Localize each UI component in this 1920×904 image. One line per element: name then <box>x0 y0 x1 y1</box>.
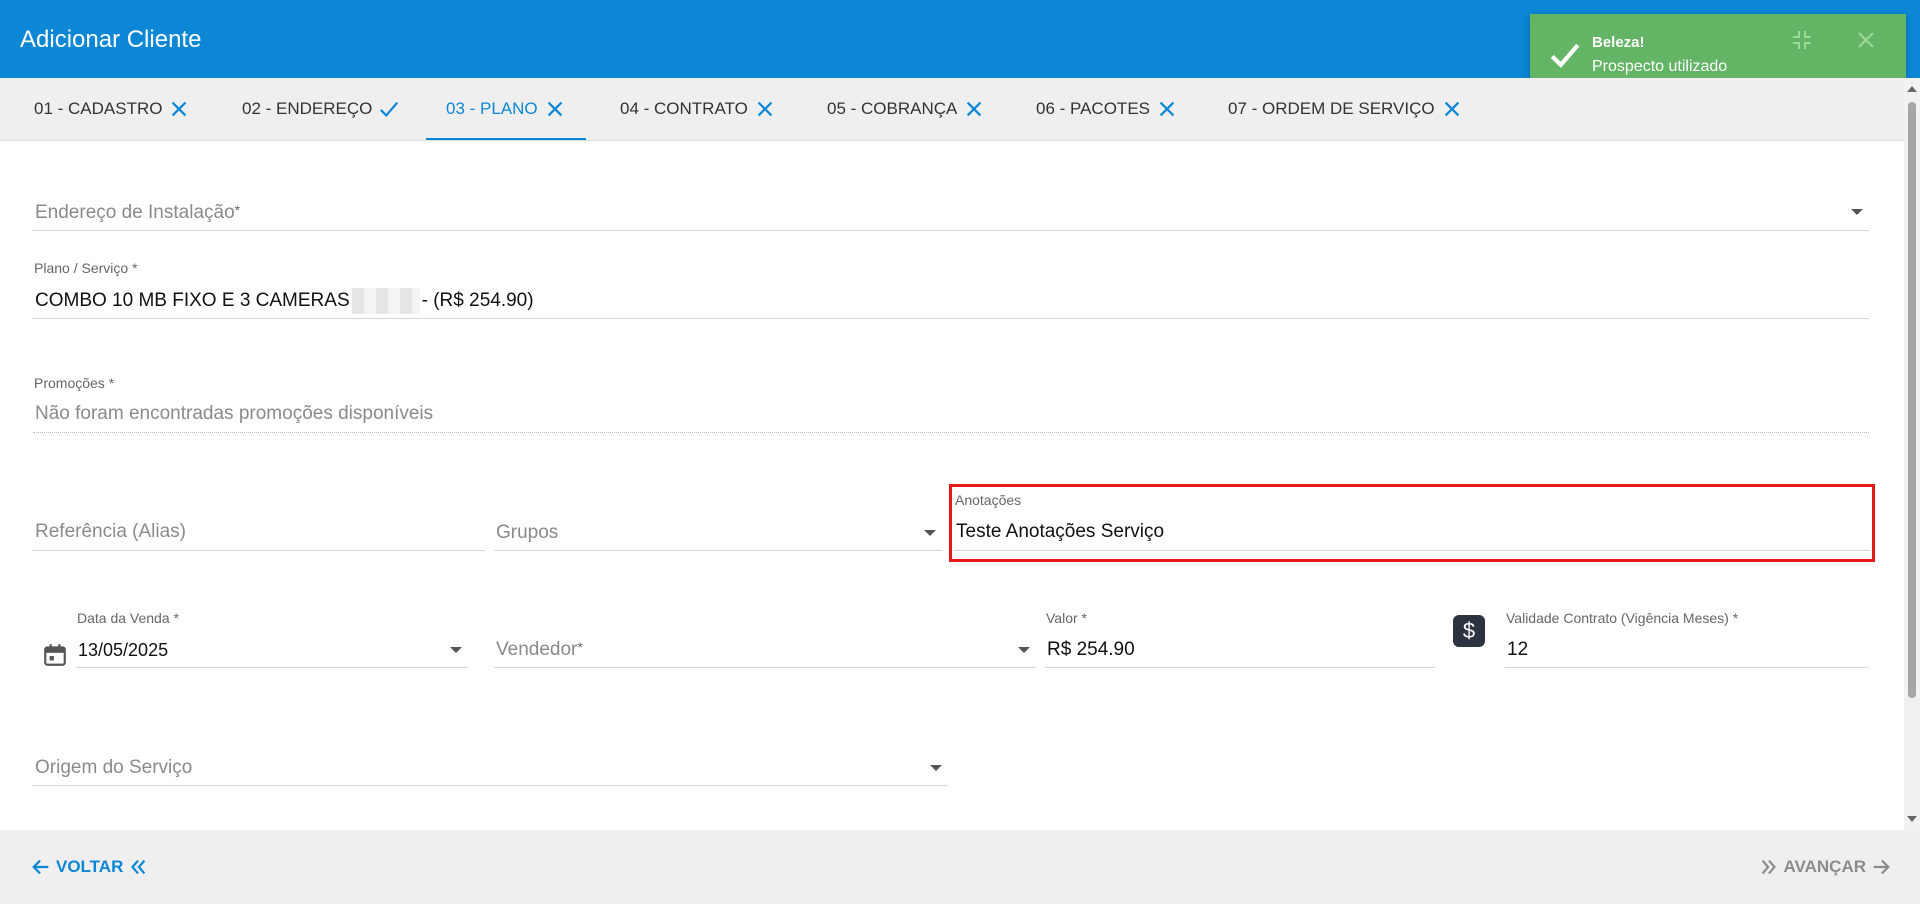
tab-endereco[interactable]: 02 - ENDEREÇO <box>242 78 400 140</box>
endereco-instalacao-select[interactable]: Endereço de Instalação* <box>33 190 1869 231</box>
plano-price: - (R$ 254.90) <box>421 290 534 312</box>
tab-cadastro[interactable]: 01 - CADASTRO <box>34 78 190 140</box>
plano-value: COMBO 10 MB FIXO E 3 CAMERAS <box>35 290 350 312</box>
dollar-icon: $ <box>1453 615 1485 647</box>
chevron-down-icon <box>1851 209 1863 215</box>
field-label: Endereço de Instalação <box>35 202 235 223</box>
x-icon <box>547 101 562 117</box>
scroll-up-icon[interactable] <box>1907 86 1917 92</box>
tab-pacotes[interactable]: 06 - PACOTES <box>1036 78 1178 140</box>
x-icon <box>757 101 773 117</box>
vendedor-select[interactable]: Vendedor* <box>494 627 1036 668</box>
grupos-select[interactable]: Grupos <box>494 510 942 551</box>
wizard-footer: VOLTAR AVANÇAR <box>0 830 1920 904</box>
data-venda-field[interactable]: Data da Venda * 13/05/2025 <box>76 607 468 668</box>
arrow-left-icon <box>32 859 49 875</box>
field-label: Validade Contrato (Vigência Meses) <box>1506 610 1729 626</box>
referencia-input[interactable]: Referência (Alias) <box>33 510 485 551</box>
tab-label: 03 - PLANO <box>446 99 538 118</box>
valor-field[interactable]: Valor * R$ 254.90 <box>1045 607 1435 668</box>
toast-title: Beleza! <box>1592 34 1645 51</box>
x-icon <box>1159 101 1175 117</box>
tab-label: 01 - CADASTRO <box>34 99 163 118</box>
scrollbar[interactable] <box>1904 78 1920 830</box>
x-icon <box>1444 101 1459 117</box>
tab-cobranca[interactable]: 05 - COBRANÇA <box>827 78 985 140</box>
toast-message: Prospecto utilizado <box>1592 58 1728 75</box>
tab-plano[interactable]: 03 - PLANO <box>426 78 586 140</box>
field-label: Promoções <box>34 375 105 391</box>
field-label: Vendedor <box>496 639 578 660</box>
next-label: AVANÇAR <box>1783 857 1866 876</box>
data-venda-value: 13/05/2025 <box>78 640 169 660</box>
collapse-icon[interactable] <box>1790 28 1814 52</box>
field-label: Grupos <box>496 522 559 543</box>
valor-value: R$ 254.90 <box>1047 639 1135 660</box>
check-icon <box>380 101 399 118</box>
field-label: Referência (Alias) <box>35 521 186 542</box>
check-icon <box>1550 43 1580 69</box>
tab-label: 05 - COBRANÇA <box>827 99 958 118</box>
close-icon[interactable] <box>1854 28 1878 52</box>
validade-value: 12 <box>1507 639 1529 660</box>
tab-contrato[interactable]: 04 - CONTRATO <box>620 78 776 140</box>
next-button[interactable]: AVANÇAR <box>1758 830 1892 904</box>
plano-servico-field[interactable]: Plano / Serviço * COMBO 10 MB FIXO E 3 C… <box>33 258 1869 319</box>
double-chevron-left-icon <box>131 859 146 875</box>
page-title: Adicionar Cliente <box>20 26 202 53</box>
promocoes-value: Não foram encontradas promoções disponív… <box>35 403 434 424</box>
chevron-down-icon <box>924 530 936 536</box>
calendar-icon[interactable] <box>42 641 68 669</box>
tab-ordem-servico[interactable]: 07 - ORDEM DE SERVIÇO <box>1228 78 1463 140</box>
field-label: Plano / Serviço <box>34 260 129 276</box>
tab-label: 02 - ENDEREÇO <box>242 99 373 118</box>
promocoes-field: Promoções * Não foram encontradas promoç… <box>33 373 1869 433</box>
highlight-box <box>949 484 1875 562</box>
field-label: Data da Venda <box>77 610 170 626</box>
chevron-down-icon <box>930 765 942 771</box>
redacted-text <box>351 288 420 314</box>
origem-servico-select[interactable]: Origem do Serviço <box>33 745 948 786</box>
tab-label: 07 - ORDEM DE SERVIÇO <box>1228 99 1435 118</box>
tab-label: 04 - CONTRATO <box>620 99 748 118</box>
field-label: Valor <box>1046 610 1078 626</box>
double-chevron-right-icon <box>1761 859 1776 875</box>
scroll-down-icon[interactable] <box>1907 816 1917 822</box>
arrow-right-icon <box>1873 859 1890 875</box>
x-icon <box>172 101 187 117</box>
back-button[interactable]: VOLTAR <box>30 830 149 904</box>
back-label: VOLTAR <box>56 857 124 876</box>
validade-contrato-field[interactable]: Validade Contrato (Vigência Meses) * 12 <box>1505 607 1869 668</box>
wizard-tabs: 01 - CADASTRO 02 - ENDEREÇO 03 - PLANO 0… <box>0 78 1920 141</box>
chevron-down-icon <box>1018 647 1030 653</box>
scrollbar-thumb[interactable] <box>1908 102 1916 698</box>
x-icon <box>967 101 982 117</box>
tab-label: 06 - PACOTES <box>1036 99 1150 118</box>
field-label: Origem do Serviço <box>35 757 193 778</box>
chevron-down-icon <box>450 647 462 653</box>
